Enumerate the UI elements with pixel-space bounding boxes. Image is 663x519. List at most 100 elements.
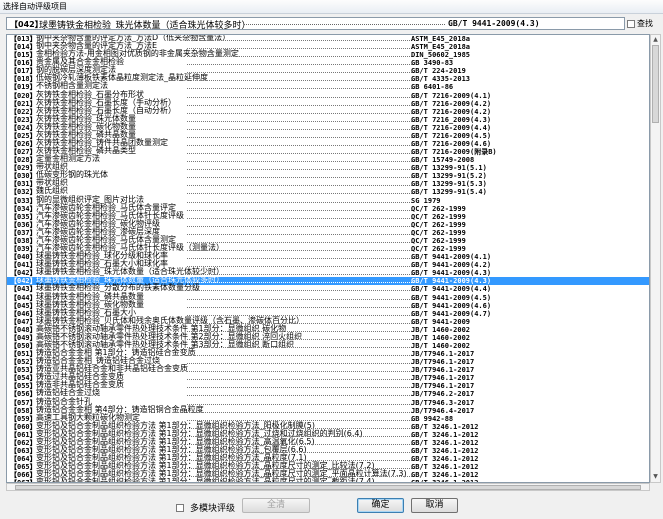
list-item[interactable]: 【031】 带状组织 GB/T 13299-91(5.3) — [7, 179, 649, 189]
list-item[interactable]: 【055】 铸造非共晶铝硅合金变质 JB/T7946.1-2017 — [7, 381, 649, 391]
list-item[interactable]: 【056】 铸造铝硅合金过烧 JB/T7946.2-2017 — [7, 389, 649, 399]
item-standard: GB/T 3246.1-2012 — [411, 438, 479, 447]
dotted-leader — [187, 104, 412, 106]
dotted-leader — [187, 258, 412, 260]
item-standard: QC/T 262-1999 — [411, 228, 466, 237]
multi-module-checkbox[interactable]: 多模块评级 — [176, 501, 235, 514]
item-code: 【018】 — [10, 75, 37, 84]
item-standard: GB 3490-83 — [411, 59, 454, 68]
item-standard: GB/T 9441-2009(4.2) — [411, 261, 492, 270]
checkbox-icon[interactable] — [627, 19, 635, 28]
item-standard: GB/T 3246.1-2012 — [411, 471, 479, 480]
vertical-scrollbar[interactable]: ▲ ▼ — [650, 34, 661, 483]
item-code: 【028】 — [10, 156, 37, 165]
dotted-leader — [187, 40, 412, 41]
item-standard: GB/T 9441-2009(4.1) — [411, 253, 492, 262]
dotted-leader — [187, 387, 412, 389]
item-standard: GB/T 7216-2009(4.5) — [411, 131, 492, 140]
item-code: 【025】 — [10, 131, 37, 140]
scroll-thumb[interactable] — [652, 45, 659, 123]
item-standard: GB/T 3246.1-2012 — [411, 463, 479, 472]
item-standard: GB/T 4335-2013 — [411, 75, 471, 84]
list-item[interactable]: 【030】 低碳变形钢的珠光体 GB/T 13299-91(5.2) — [7, 171, 649, 181]
dotted-leader — [187, 298, 412, 300]
item-code: 【055】 — [10, 382, 37, 391]
item-standard: JB/T 1460-2002 — [411, 341, 471, 350]
scroll-up-icon[interactable]: ▲ — [651, 35, 660, 45]
dotted-leader — [187, 201, 412, 203]
item-code: 【036】 — [10, 220, 37, 229]
item-code: 【017】 — [10, 67, 37, 76]
item-standard: GB/T 7216-2009(4.2) — [411, 107, 492, 116]
dotted-leader — [187, 217, 412, 219]
item-code: 【034】 — [10, 204, 37, 213]
item-code: 【065】 — [10, 463, 37, 472]
item-standard: GB/T 9441-2009(4.7) — [411, 309, 492, 318]
item-code: 【060】 — [10, 422, 37, 431]
selected-item-combobox[interactable]: 【042】 球墨铸铁金相检验_珠光体数量（适合珠光体较多时） GB/T 9441… — [6, 17, 625, 30]
item-code: 【046】 — [10, 309, 37, 318]
item-code: 【066】 — [10, 471, 37, 480]
item-standard: QC/T 262-1999 — [411, 236, 466, 245]
dotted-leader — [187, 120, 412, 122]
cancel-button[interactable]: 取消 — [411, 498, 458, 513]
item-code: 【050】 — [10, 341, 37, 350]
dotted-leader — [187, 379, 412, 381]
ok-button[interactable]: 确定 — [357, 498, 404, 513]
clear-all-button[interactable]: 全清 — [242, 498, 310, 513]
combo-code: 【042】 — [10, 20, 43, 29]
dotted-leader — [187, 161, 412, 163]
item-list[interactable]: 【013】 钢中夹杂物含量的评定方法_方法D（低夹杂物含量法） ASTM_E45_2… — [6, 34, 650, 483]
item-standard: JB/T7946.1-2017 — [411, 382, 475, 391]
item-standard: JB/T 1460-2002 — [411, 325, 471, 334]
dotted-leader — [187, 177, 412, 179]
horizontal-scrollbar[interactable] — [6, 483, 650, 491]
item-standard: JB/T7946.4-2017 — [411, 406, 475, 415]
item-standard: JB/T7946.1-2017 — [411, 358, 475, 367]
item-standard: QC/T 262-1999 — [411, 245, 466, 254]
dotted-leader — [187, 56, 412, 58]
item-standard: GB/T 7216-2009(4.4) — [411, 123, 492, 132]
checkbox-icon[interactable] — [176, 503, 184, 512]
combo-name: 球墨铸铁金相检验_珠光体数量（适合珠光体较多时） — [39, 21, 251, 30]
item-code: 【015】 — [10, 51, 37, 60]
item-code: 【040】 — [10, 253, 37, 262]
dotted-leader — [187, 88, 412, 90]
dotted-leader — [187, 193, 412, 195]
item-code: 【030】 — [10, 172, 37, 181]
item-standard: GB/T 7216-2009(4.1) — [411, 91, 492, 100]
multi-module-label: 多模块评级 — [190, 504, 236, 514]
item-code: 【039】 — [10, 245, 37, 254]
item-standard: GB 6401-86 — [411, 83, 454, 92]
item-standard: JB/T7946.1-2017 — [411, 366, 475, 375]
item-code: 【016】 — [10, 59, 37, 68]
item-code: 【042】 — [10, 269, 37, 278]
item-standard: SG 1979 — [411, 196, 441, 205]
item-standard: ASTM_E45_2018a — [411, 35, 471, 43]
item-code: 【051】 — [10, 350, 37, 359]
item-code: 【043】 — [10, 285, 37, 294]
dotted-leader — [187, 290, 412, 292]
hscroll-thumb[interactable] — [15, 485, 641, 490]
item-code: 【032】 — [10, 188, 37, 197]
dotted-leader — [187, 153, 412, 155]
item-standard: GB/T 7216-2009(4.2) — [411, 99, 492, 108]
dotted-leader — [187, 136, 412, 138]
item-standard: GB/T 3246.1-2012 — [411, 455, 479, 464]
item-code: 【048】 — [10, 325, 37, 334]
item-code: 【031】 — [10, 180, 37, 189]
dotted-leader — [187, 225, 412, 227]
list-item[interactable]: 【028】 定量金相测定方法 GB/T 15749-2008 — [7, 155, 649, 165]
list-item[interactable]: 【027】 灰铸铁金相检验_磷共晶类型 GB/T 7216-2009(附录B) — [7, 147, 649, 157]
item-code: 【014】 — [10, 43, 37, 52]
dotted-leader — [187, 306, 412, 308]
item-code: 【024】 — [10, 123, 37, 132]
scroll-down-icon[interactable]: ▼ — [651, 472, 660, 482]
dotted-leader — [244, 24, 445, 25]
item-standard: GB/T 9441-2009 — [411, 317, 471, 326]
item-standard: QC/T 262-1999 — [411, 212, 466, 221]
dotted-leader — [187, 355, 412, 357]
search-checkbox[interactable]: 查找 — [627, 17, 661, 30]
item-code: 【021】 — [10, 99, 37, 108]
dotted-leader — [187, 403, 412, 405]
